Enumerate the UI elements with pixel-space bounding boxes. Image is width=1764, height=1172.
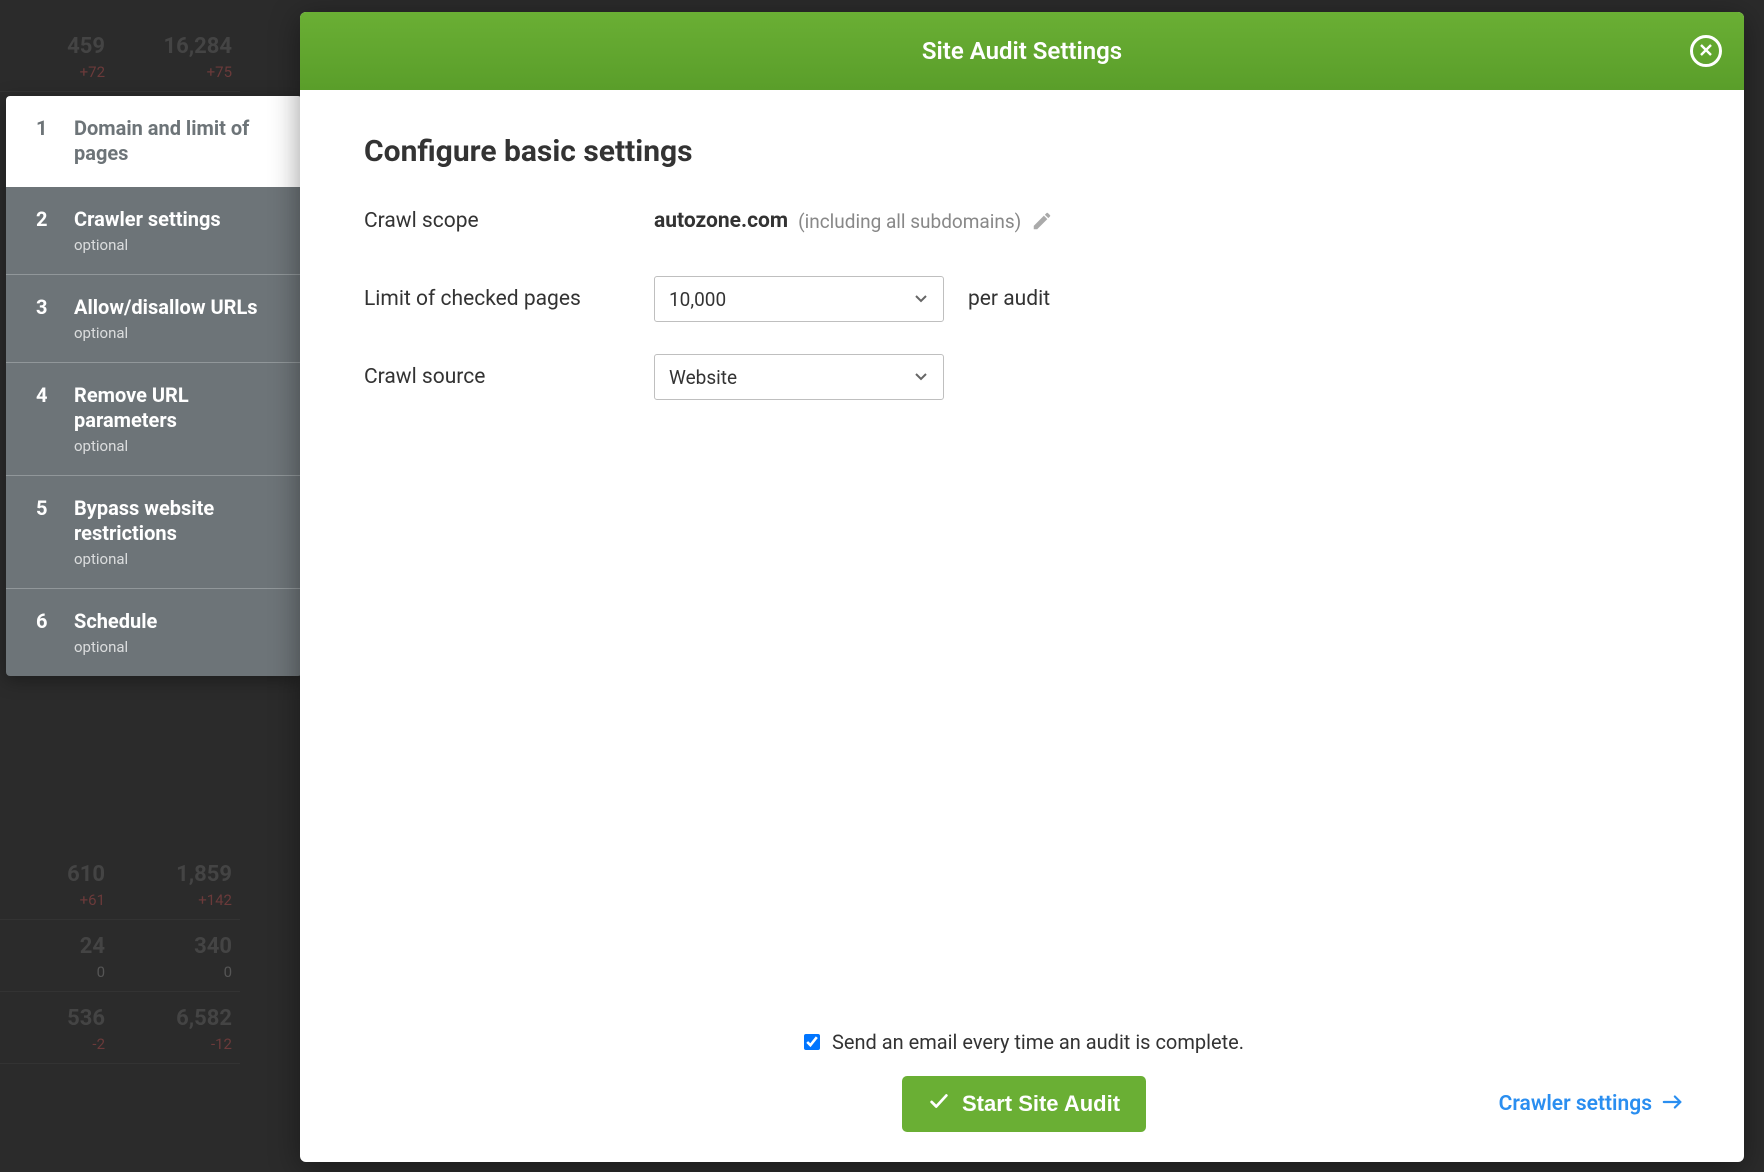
step-label: Bypass website restrictions (74, 496, 282, 546)
chevron-down-icon (913, 366, 929, 389)
step-number: 3 (36, 295, 50, 342)
wizard-step-crawler[interactable]: 2 Crawler settings optional (6, 187, 302, 275)
table-row: 610 +61 1,859 +142 (0, 848, 240, 920)
limit-pages-value: 10,000 (669, 288, 726, 311)
arrow-right-icon (1662, 1092, 1684, 1116)
table-row: 536 -2 6,582 -12 (0, 992, 240, 1064)
modal-footer: Send an email every time an audit is com… (364, 1010, 1684, 1132)
pencil-icon[interactable] (1031, 210, 1053, 232)
bg-value: 536 (8, 1006, 105, 1031)
step-number: 2 (36, 207, 50, 254)
bg-delta: 0 (8, 963, 105, 981)
crawl-scope-note: (including all subdomains) (798, 210, 1021, 233)
step-optional-tag: optional (74, 324, 282, 342)
step-number: 5 (36, 496, 50, 568)
row-limit-pages: Limit of checked pages 10,000 per audit (364, 275, 1684, 323)
per-audit-text: per audit (968, 287, 1050, 311)
start-button-label: Start Site Audit (962, 1091, 1120, 1117)
bg-delta: -12 (135, 1035, 232, 1053)
step-label: Crawler settings (74, 207, 282, 232)
bg-delta: +75 (135, 63, 232, 81)
limit-pages-select[interactable]: 10,000 (654, 276, 944, 322)
section-title: Configure basic settings (364, 134, 1684, 169)
crawler-settings-link[interactable]: Crawler settings (1499, 1092, 1684, 1116)
start-site-audit-button[interactable]: Start Site Audit (902, 1076, 1146, 1132)
step-label: Schedule (74, 609, 282, 634)
step-label: Remove URL parameters (74, 383, 282, 433)
crawl-source-label: Crawl source (364, 365, 654, 389)
check-icon (928, 1090, 950, 1118)
table-row: 24 0 340 0 (0, 920, 240, 992)
crawl-scope-label: Crawl scope (364, 209, 654, 233)
modal-title: Site Audit Settings (922, 37, 1122, 65)
email-notify-row: Send an email every time an audit is com… (364, 1030, 1684, 1054)
email-notify-label: Send an email every time an audit is com… (832, 1030, 1244, 1054)
step-number: 4 (36, 383, 50, 455)
wizard-step-schedule[interactable]: 6 Schedule optional (6, 589, 302, 676)
wizard-step-bypass[interactable]: 5 Bypass website restrictions optional (6, 476, 302, 589)
crawl-scope-domain: autozone.com (654, 209, 788, 233)
wizard-step-domain[interactable]: 1 Domain and limit of pages (6, 96, 302, 187)
modal-content: Configure basic settings Crawl scope aut… (300, 90, 1744, 1162)
step-number: 1 (36, 116, 50, 166)
limit-pages-label: Limit of checked pages (364, 287, 654, 311)
bg-value: 610 (8, 862, 105, 887)
wizard-step-remove-params[interactable]: 4 Remove URL parameters optional (6, 363, 302, 476)
bg-delta: +142 (135, 891, 232, 909)
wizard-step-allow-disallow[interactable]: 3 Allow/disallow URLs optional (6, 275, 302, 363)
step-label: Domain and limit of pages (74, 116, 282, 166)
step-number: 6 (36, 609, 50, 656)
table-row: 459 +72 16,284 +75 (0, 20, 240, 92)
bg-delta: +72 (8, 63, 105, 81)
bg-value: 459 (8, 34, 105, 59)
step-optional-tag: optional (74, 550, 282, 568)
bg-table-bottom: 610 +61 1,859 +142 24 0 340 0 536 -2 6,582 -12 (0, 848, 240, 1064)
bg-value: 24 (8, 934, 105, 959)
bg-delta: 0 (135, 963, 232, 981)
step-optional-tag: optional (74, 638, 282, 656)
row-crawl-scope: Crawl scope autozone.com (including all … (364, 197, 1684, 245)
crawl-source-value: Website (669, 366, 737, 389)
chevron-down-icon (913, 288, 929, 311)
modal-header: Site Audit Settings (300, 12, 1744, 90)
bg-value: 16,284 (135, 34, 232, 59)
bg-table-top: 459 +72 16,284 +75 (0, 20, 240, 92)
bg-value: 6,582 (135, 1006, 232, 1031)
crawl-source-select[interactable]: Website (654, 354, 944, 400)
step-optional-tag: optional (74, 437, 282, 455)
wizard-steps-sidebar: 1 Domain and limit of pages 2 Crawler se… (6, 96, 302, 676)
bg-delta: +61 (8, 891, 105, 909)
bg-delta: -2 (8, 1035, 105, 1053)
next-link-label: Crawler settings (1499, 1092, 1652, 1116)
email-notify-checkbox[interactable] (804, 1034, 820, 1050)
site-audit-settings-modal: Site Audit Settings Configure basic sett… (300, 12, 1744, 1162)
bg-value: 1,859 (135, 862, 232, 887)
step-label: Allow/disallow URLs (74, 295, 282, 320)
row-crawl-source: Crawl source Website (364, 353, 1684, 401)
bg-value: 340 (135, 934, 232, 959)
step-optional-tag: optional (74, 236, 282, 254)
close-icon (1699, 42, 1713, 61)
close-button[interactable] (1690, 35, 1722, 67)
